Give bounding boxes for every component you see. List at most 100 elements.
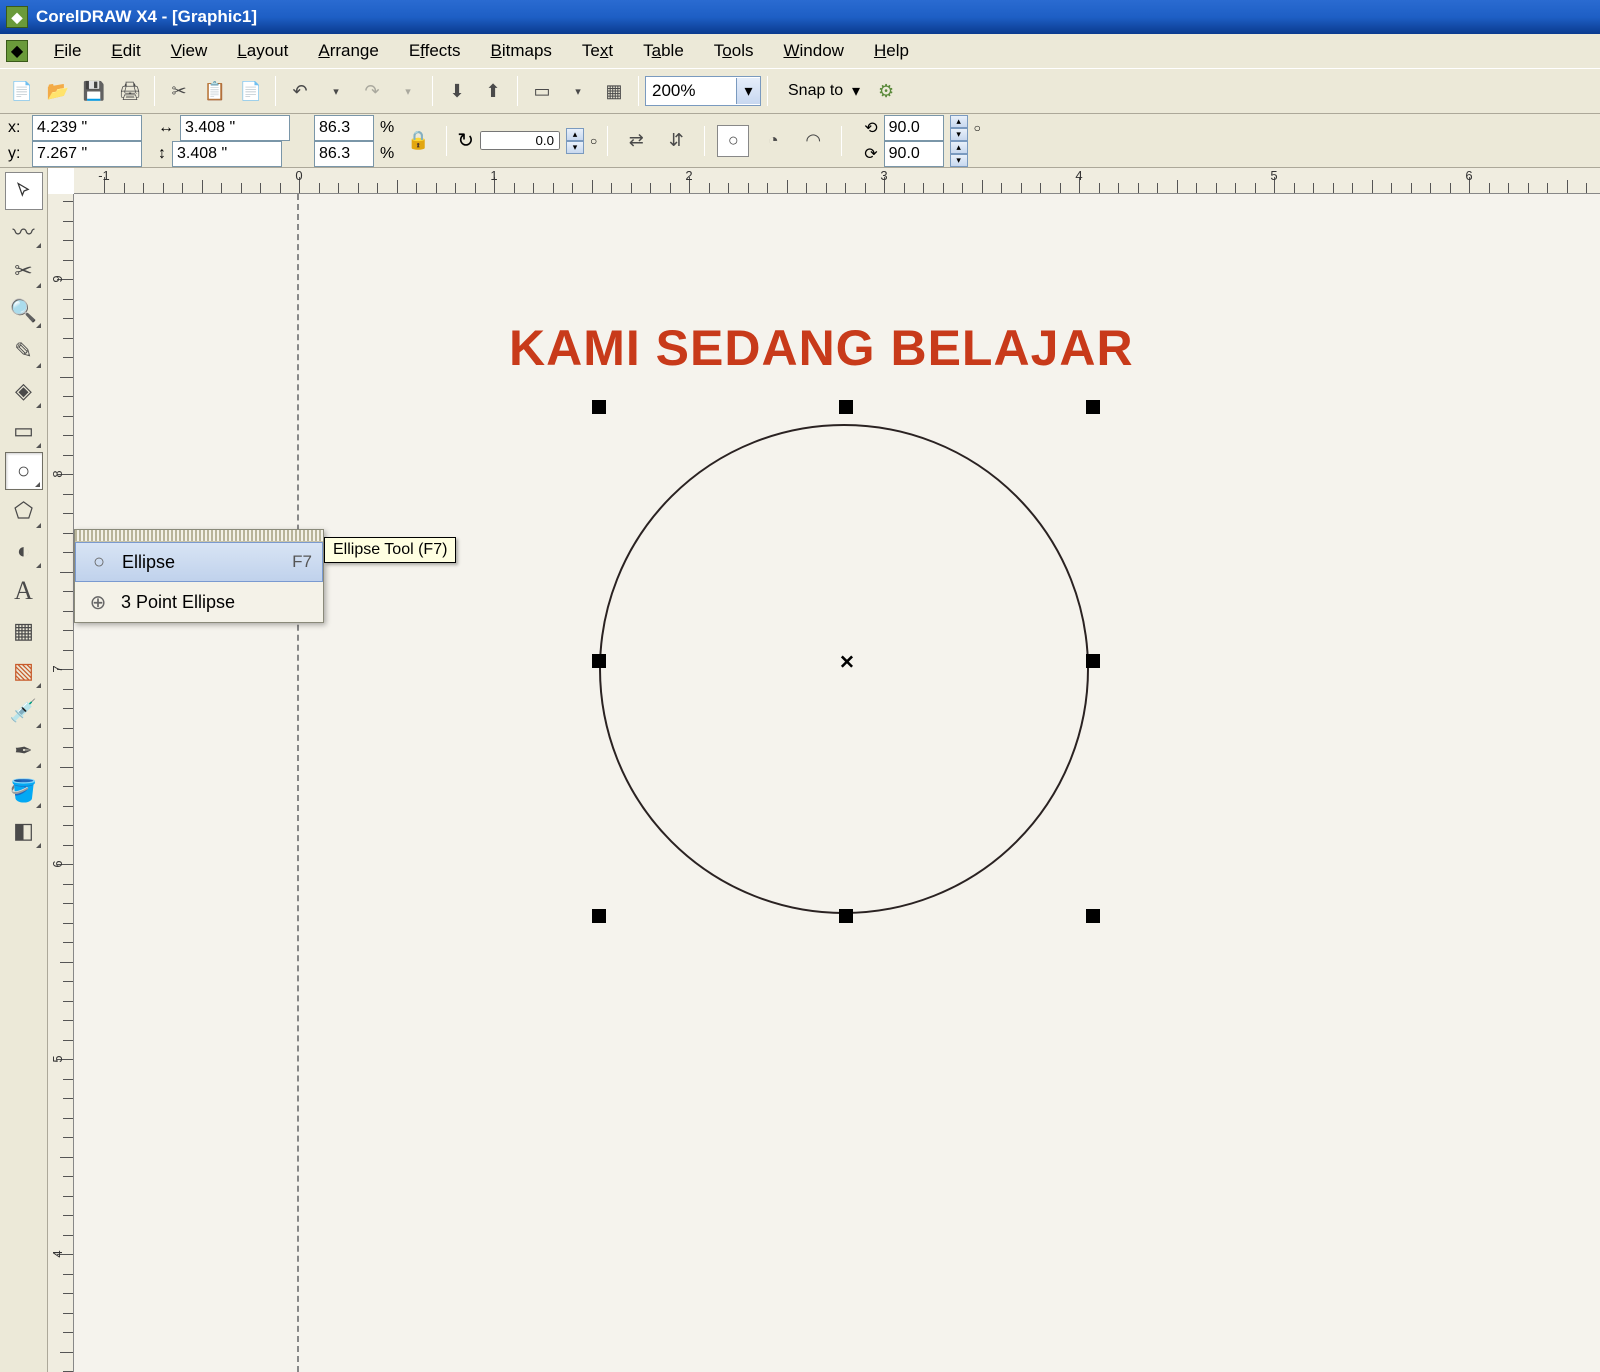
selection-center-icon[interactable]: ✕ (839, 652, 855, 675)
flyout-3point-ellipse[interactable]: ⊕ 3 Point Ellipse (75, 582, 323, 622)
angle-icon: ⟲ (864, 118, 877, 138)
menu-table[interactable]: Table (629, 37, 698, 65)
redo-button[interactable]: ↷ (356, 75, 388, 107)
menu-window[interactable]: Window (769, 37, 857, 65)
standard-toolbar: 📄 📂 💾 🖨 ✂ 📋 📄 ↶ ▾ ↷ ▾ ⬇ ⬆ ▭ ▾ ▦ ▾ Snap t… (0, 68, 1600, 114)
rectangle-tool[interactable]: ▭ (5, 412, 43, 450)
drawing-canvas[interactable]: KAMI SEDANG BELAJAR ✕ ○ Ellipse F7 ⊕ (74, 194, 1600, 1372)
flyout-ellipse[interactable]: ○ Ellipse F7 (75, 542, 323, 582)
undo-button[interactable]: ↶ (284, 75, 316, 107)
pie-mode-button[interactable]: ◔ (757, 125, 789, 157)
undo-dropdown[interactable]: ▾ (320, 75, 352, 107)
menu-arrange[interactable]: Arrange (304, 37, 392, 65)
selection-handle[interactable] (1086, 654, 1100, 668)
zoom-dropdown[interactable]: ▾ (736, 78, 760, 104)
selection-handle[interactable] (592, 400, 606, 414)
copy-button[interactable]: 📋 (199, 75, 231, 107)
separator (517, 76, 518, 106)
tooltip: Ellipse Tool (F7) (324, 537, 456, 563)
cut-button[interactable]: ✂ (163, 75, 195, 107)
text-tool[interactable]: A (5, 572, 43, 610)
rotation-input[interactable] (480, 131, 560, 150)
shape-tool[interactable]: 〰 (5, 212, 43, 250)
import-button[interactable]: ⬇ (441, 75, 473, 107)
export-button[interactable]: ⬆ (477, 75, 509, 107)
interactive-fill-tool[interactable]: ◧ (5, 812, 43, 850)
options-button[interactable]: ⚙ (870, 75, 902, 107)
redo-dropdown[interactable]: ▾ (392, 75, 424, 107)
arc-mode-button[interactable]: ◠ (797, 125, 829, 157)
zoom-tool[interactable]: 🔍 (5, 292, 43, 330)
mirror-v-button[interactable]: ⇵ (660, 125, 692, 157)
height-icon: ↕ (158, 145, 166, 163)
polygon-tool[interactable]: ⬠ (5, 492, 43, 530)
zoom-combo[interactable]: ▾ (645, 76, 761, 106)
y-input[interactable] (32, 141, 142, 167)
ellipse-mode-button[interactable]: ○ (717, 125, 749, 157)
print-button[interactable]: 🖨 (114, 75, 146, 107)
outline-tool[interactable]: ✒ (5, 732, 43, 770)
new-button[interactable]: 📄 (6, 75, 38, 107)
start-angle-input[interactable] (884, 115, 944, 141)
selection-handle[interactable] (839, 909, 853, 923)
open-button[interactable]: 📂 (42, 75, 74, 107)
selection-handle[interactable] (592, 909, 606, 923)
app-launcher-dropdown[interactable]: ▾ (562, 75, 594, 107)
menu-tools[interactable]: Tools (700, 37, 768, 65)
selection-handle[interactable] (592, 654, 606, 668)
app-launcher-button[interactable]: ▭ (526, 75, 558, 107)
menu-layout[interactable]: Layout (223, 37, 302, 65)
mirror-h-button[interactable]: ⇄ (620, 125, 652, 157)
x-input[interactable] (32, 115, 142, 141)
window-title: CorelDRAW X4 - [Graphic1] (36, 7, 257, 27)
property-bar: x: y: ↔ ↕ % % 🔒 ↻ ▴▾ ○ ⇄ ⇵ ○ ◔ ◠ ⟲▴▾○ ⟳▴… (0, 114, 1600, 168)
menu-text[interactable]: Text (568, 37, 627, 65)
ruler-horizontal[interactable]: -1012345678 (74, 168, 1600, 194)
smart-fill-tool[interactable]: ◈ (5, 372, 43, 410)
scale-x-input[interactable] (314, 115, 374, 141)
percent-label: % (380, 145, 394, 163)
flyout-grip[interactable] (75, 530, 323, 542)
fill-tool[interactable]: 🪣 (5, 772, 43, 810)
zoom-input[interactable] (646, 78, 736, 104)
table-tool[interactable]: ▦ (5, 612, 43, 650)
crop-tool[interactable]: ✂ (5, 252, 43, 290)
menu-help[interactable]: Help (860, 37, 923, 65)
pick-tool[interactable] (5, 172, 43, 210)
angle-spinner[interactable]: ▴▾ (950, 115, 968, 141)
snap-to[interactable]: Snap to ▾ (788, 81, 860, 101)
basic-shapes-tool[interactable]: ◐ (5, 532, 43, 570)
flyout-shortcut: F7 (262, 552, 312, 572)
title-bar: ◆ CorelDRAW X4 - [Graphic1] (0, 0, 1600, 34)
end-angle-input[interactable] (884, 141, 944, 167)
lock-ratio-button[interactable]: 🔒 (402, 125, 434, 157)
menu-file[interactable]: File (40, 37, 95, 65)
paste-button[interactable]: 📄 (235, 75, 267, 107)
freehand-tool[interactable]: ✎ (5, 332, 43, 370)
percent-label: % (380, 119, 394, 137)
save-button[interactable]: 💾 (78, 75, 110, 107)
flyout-label: 3 Point Ellipse (121, 592, 235, 613)
degree-label: ○ (590, 134, 597, 148)
eyedropper-tool[interactable]: 💉 (5, 692, 43, 730)
menu-view[interactable]: View (157, 37, 222, 65)
separator (154, 76, 155, 106)
angle-spinner[interactable]: ▴▾ (950, 141, 968, 167)
menu-edit[interactable]: Edit (97, 37, 154, 65)
rotation-spinner[interactable]: ▴▾ (566, 128, 584, 154)
height-input[interactable] (172, 141, 282, 167)
scale-y-input[interactable] (314, 141, 374, 167)
separator (446, 126, 447, 156)
ellipse-tool[interactable]: ○ (5, 452, 43, 490)
selection-handle[interactable] (1086, 400, 1100, 414)
width-input[interactable] (180, 115, 290, 141)
ruler-vertical[interactable]: 9876543 (48, 194, 74, 1372)
selection-handle[interactable] (839, 400, 853, 414)
interactive-blend-tool[interactable]: ▧ (5, 652, 43, 690)
menu-effects[interactable]: Effects (395, 37, 475, 65)
selection-handle[interactable] (1086, 909, 1100, 923)
separator (275, 76, 276, 106)
menu-bitmaps[interactable]: Bitmaps (477, 37, 566, 65)
welcome-button[interactable]: ▦ (598, 75, 630, 107)
canvas-text[interactable]: KAMI SEDANG BELAJAR (509, 319, 1134, 377)
